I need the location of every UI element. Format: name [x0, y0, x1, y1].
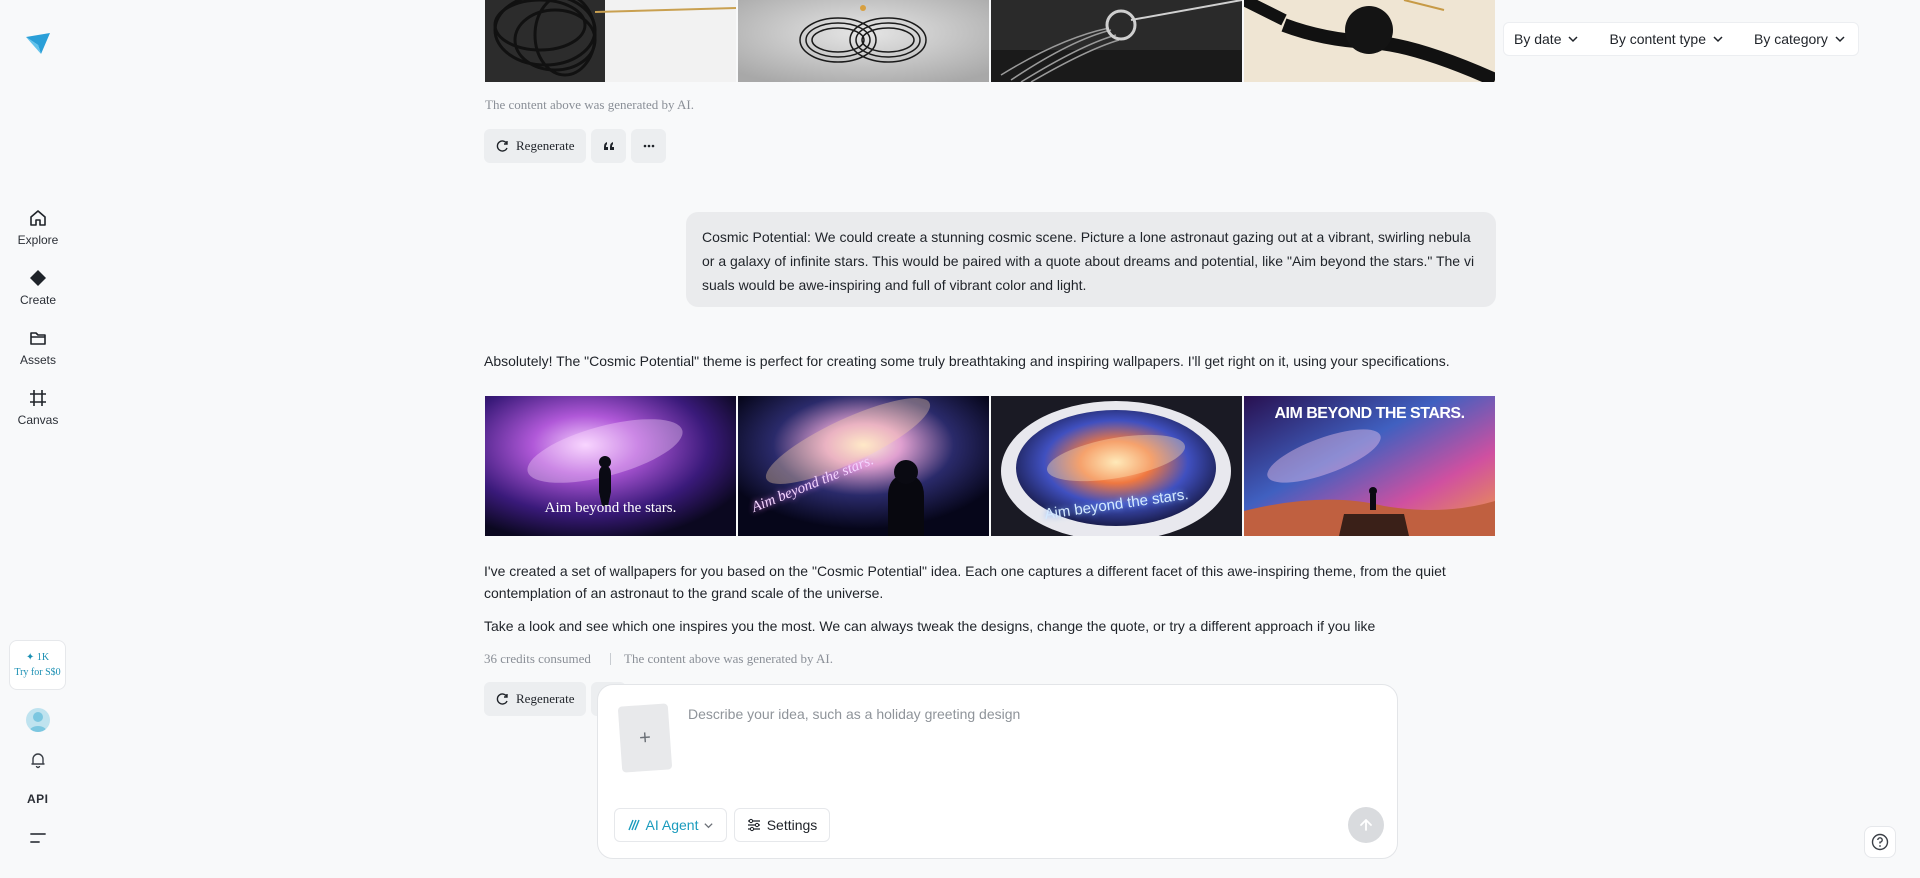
- filter-by-category[interactable]: By category: [1754, 31, 1846, 47]
- filter-label: By content type: [1609, 31, 1706, 47]
- refresh-icon: [496, 140, 508, 152]
- help-button[interactable]: [1864, 826, 1896, 858]
- filter-bar: By date By content type By category: [1503, 22, 1859, 56]
- logo-icon[interactable]: [24, 29, 52, 57]
- generated-image[interactable]: [485, 0, 736, 82]
- image-grid-knots: [485, 0, 1495, 82]
- folder-icon: [30, 332, 46, 345]
- help-icon: [1871, 833, 1889, 851]
- chevron-down-icon: [1835, 36, 1845, 43]
- generated-image[interactable]: AIM BEYOND THE STARS.: [1244, 396, 1495, 536]
- regenerate-button[interactable]: Regenerate: [484, 129, 587, 163]
- ai-generated-note: The content above was generated by AI.: [485, 97, 695, 112]
- arrow-up-icon: [1360, 819, 1372, 831]
- ai-generated-note: The content above was generated by AI.: [624, 651, 834, 666]
- regenerate-label: Regenerate: [516, 138, 575, 153]
- chevron-down-icon: [1568, 36, 1579, 43]
- filter-by-content-type[interactable]: By content type: [1609, 31, 1724, 47]
- diamond-icon: [30, 270, 46, 286]
- image-caption: Aim beyond the stars.: [544, 500, 677, 516]
- generated-image[interactable]: Aim beyond the stars.: [738, 396, 989, 536]
- divider: [610, 653, 611, 665]
- settings-button[interactable]: Settings: [734, 808, 830, 842]
- quote-button[interactable]: [591, 129, 627, 163]
- sidebar-item-create[interactable]: Create: [8, 268, 68, 320]
- add-reference-button[interactable]: +: [617, 703, 673, 773]
- user-message: Cosmic Potential: We could create a stun…: [686, 212, 1496, 307]
- filter-label: By date: [1514, 31, 1562, 47]
- home-icon: [30, 210, 46, 226]
- assistant-paragraph: I've created a set of wallpapers for you…: [484, 563, 1446, 601]
- plus-icon: +: [638, 726, 652, 749]
- settings-label: Settings: [766, 817, 818, 833]
- filter-by-date[interactable]: By date: [1514, 31, 1579, 47]
- bell-icon[interactable]: [29, 751, 47, 769]
- credits-consumed: 36 credits consumed: [484, 651, 591, 666]
- credits-amount: ✦ 1K: [25, 652, 50, 663]
- credits-offer: Try for S$0: [14, 667, 61, 678]
- sidebar-item-canvas[interactable]: Canvas: [8, 388, 68, 440]
- sidebar: Explore Create Assets Canvas ✦ 1K Try fo…: [0, 0, 76, 878]
- agent-icon: [627, 819, 640, 831]
- chevron-down-icon: [1713, 36, 1723, 43]
- quote-icon: [603, 142, 614, 150]
- prompt-input[interactable]: [688, 702, 1368, 726]
- assistant-intro: Absolutely! The "Cosmic Potential" theme…: [484, 353, 1450, 369]
- more-horizontal-icon: [643, 144, 655, 148]
- prompt-composer: + AI Agent Settings: [597, 684, 1398, 859]
- message-actions: Regenerate: [484, 129, 667, 163]
- api-link[interactable]: API: [27, 792, 49, 806]
- ai-agent-dropdown[interactable]: AI Agent: [614, 808, 727, 842]
- sidebar-item-assets[interactable]: Assets: [8, 328, 68, 380]
- sidebar-item-label: Create: [19, 293, 57, 307]
- agent-label: AI Agent: [645, 817, 699, 833]
- regenerate-label: Regenerate: [516, 691, 575, 706]
- menu-icon[interactable]: [30, 832, 46, 844]
- sidebar-item-label: Explore: [17, 233, 59, 247]
- refresh-icon: [496, 693, 508, 705]
- canvas-frame-icon: [30, 390, 46, 406]
- generated-image[interactable]: [991, 0, 1242, 82]
- user-avatar-icon: [29, 712, 47, 732]
- sidebar-item-label: Canvas: [17, 413, 59, 427]
- send-button[interactable]: [1348, 807, 1384, 843]
- more-options-button[interactable]: [631, 129, 667, 163]
- sliders-icon: [747, 818, 760, 832]
- chevron-down-icon: [704, 822, 714, 828]
- credits-badge[interactable]: ✦ 1K Try for S$0: [9, 640, 66, 690]
- generated-image[interactable]: [738, 0, 989, 82]
- filter-label: By category: [1754, 31, 1828, 47]
- regenerate-button[interactable]: Regenerate: [484, 682, 587, 716]
- sidebar-item-label: Assets: [19, 353, 56, 367]
- image-caption: AIM BEYOND THE STARS.: [1274, 405, 1465, 422]
- generated-image[interactable]: Aim beyond the stars.: [485, 396, 736, 536]
- generated-image[interactable]: Aim beyond the stars.: [991, 396, 1242, 536]
- image-grid-cosmic: Aim beyond the stars. Aim beyond the sta…: [485, 396, 1495, 536]
- sidebar-item-explore[interactable]: Explore: [8, 208, 68, 260]
- generated-image[interactable]: [1244, 0, 1495, 82]
- assistant-paragraph: Take a look and see which one inspires y…: [484, 618, 1376, 634]
- avatar[interactable]: [26, 708, 50, 732]
